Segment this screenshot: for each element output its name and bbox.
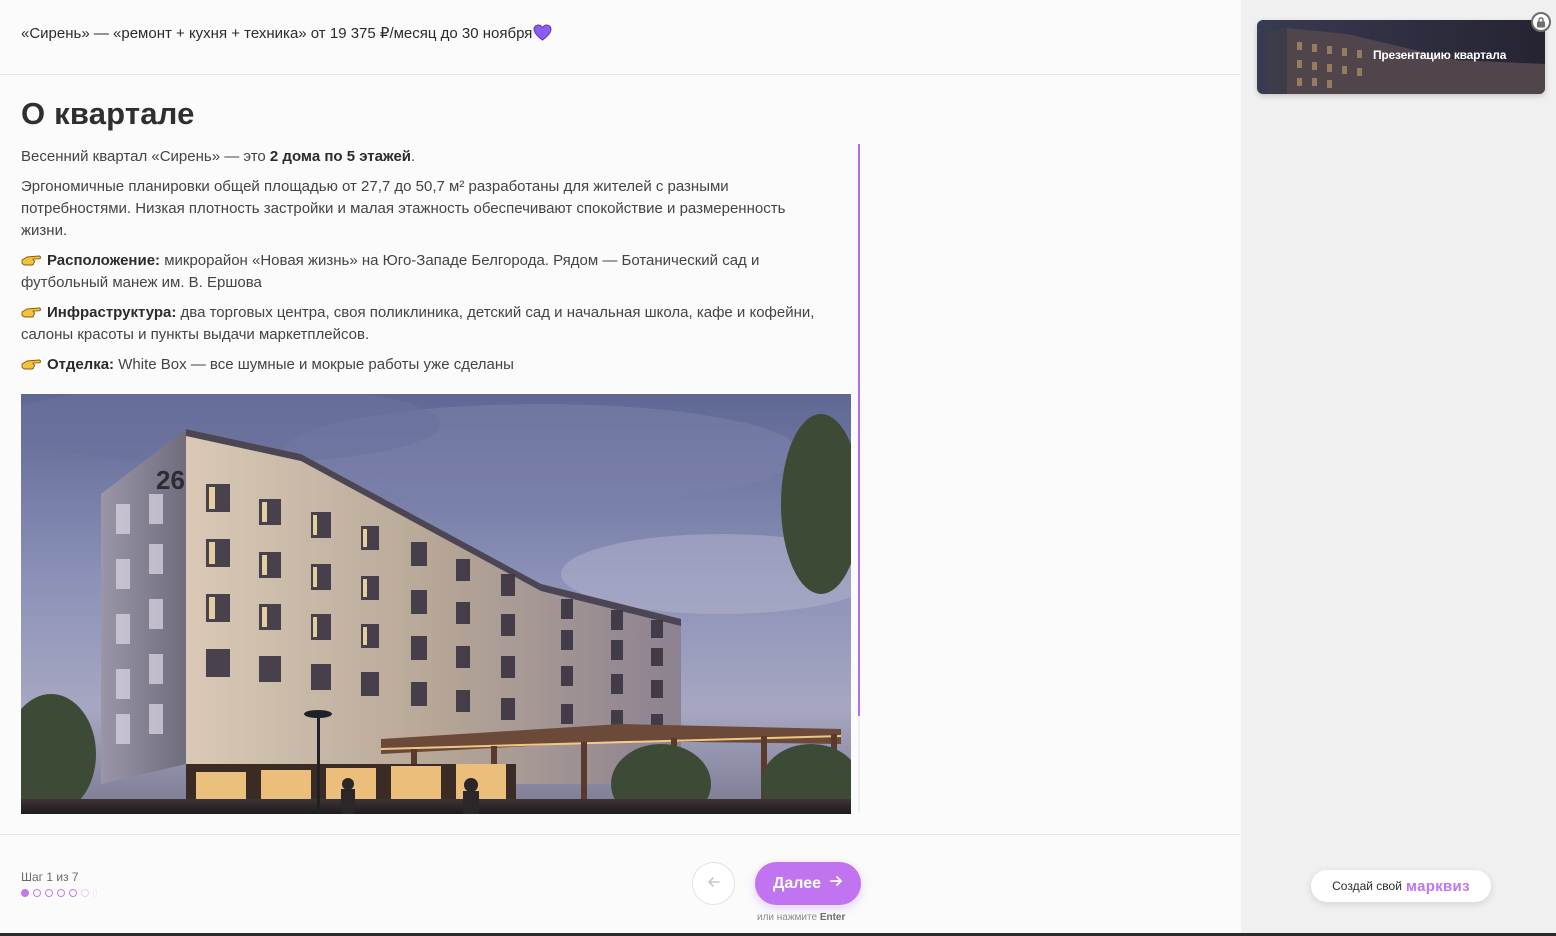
intro-paragraph: Весенний квартал «Сирень» — это 2 дома п…	[21, 146, 831, 168]
promo-bar: «Сирень» — «ремонт + кухня + техника» от…	[0, 0, 1241, 75]
arrow-right-icon	[829, 874, 843, 893]
preview-label: Презентацию квартала	[1373, 48, 1507, 62]
page-title: О квартале	[21, 96, 195, 131]
intro-bold: 2 дома по 5 этажей	[269, 148, 412, 165]
back-button[interactable]	[692, 862, 735, 905]
hint-prefix: или нажмите	[757, 912, 820, 923]
promo-text: «Сирень» — «ремонт + кухня + техника» от…	[21, 25, 533, 42]
content-scrollbar[interactable]	[858, 144, 860, 813]
scrollbar-thumb[interactable]	[858, 144, 860, 716]
promo-banner: «Сирень» — «ремонт + кухня + техника» от…	[21, 24, 552, 45]
sidebar: Презентацию квартала Создай свой марквиз	[1241, 0, 1556, 936]
location-label: Расположение:	[47, 252, 161, 269]
finish-label: Отделка:	[47, 356, 115, 373]
pointing-hand-icon	[21, 356, 41, 370]
progress-dot	[81, 889, 89, 897]
next-button[interactable]: Далее	[755, 862, 861, 905]
description-paragraph: Эргономичные планировки общей площадью о…	[21, 178, 786, 239]
progress-dot	[93, 889, 97, 897]
create-quiz-button[interactable]: Создай свой марквиз	[1311, 870, 1491, 902]
step-navigation: Шаг 1 из 7 Далее или нажмите Enter	[0, 834, 1241, 936]
hint-key: Enter	[819, 912, 846, 923]
intro-prefix: Весенний квартал «Сирень» — это	[21, 148, 270, 165]
infrastructure-paragraph: Инфраструктура: два торговых центра, сво…	[21, 302, 831, 346]
infrastructure-label: Инфраструктура:	[47, 304, 177, 321]
intro-suffix: .	[411, 148, 416, 165]
progress-dot	[57, 889, 65, 897]
step-content: О квартале Весенний квартал «Сирень» — э…	[0, 76, 1241, 834]
quiz-app: «Сирень» — «ремонт + кухня + техника» от…	[0, 0, 1556, 936]
building-number: 26	[156, 465, 185, 495]
progress-dot	[45, 889, 53, 897]
presentation-preview[interactable]: Презентацию квартала	[1257, 20, 1545, 94]
arrow-left-icon	[707, 875, 721, 892]
progress-dots	[21, 889, 97, 897]
lock-icon	[1531, 12, 1551, 32]
enter-hint: или нажмите Enter	[757, 912, 845, 923]
progress-dot	[21, 889, 29, 897]
brand-logo: марквиз	[1405, 877, 1470, 895]
location-paragraph: Расположение: микрорайон «Новая жизнь» н…	[21, 250, 831, 294]
finish-text: White Box — все шумные и мокрые работы у…	[114, 356, 514, 373]
brand-prefix: Создай свой	[1332, 879, 1402, 893]
next-button-label: Далее	[772, 874, 822, 892]
purple-heart-icon	[533, 24, 552, 45]
scrollable-content[interactable]: Весенний квартал «Сирень» — это 2 дома п…	[21, 146, 861, 814]
step-counter: Шаг 1 из 7	[21, 870, 79, 884]
finish-paragraph: Отделка: White Box — все шумные и мокрые…	[21, 354, 831, 376]
progress-dot	[69, 889, 77, 897]
pointing-hand-icon	[21, 304, 41, 318]
building-photo: 26	[21, 394, 851, 814]
pointing-hand-icon	[21, 252, 41, 266]
main-panel: «Сирень» — «ремонт + кухня + техника» от…	[0, 0, 1241, 936]
progress-dot	[33, 889, 41, 897]
